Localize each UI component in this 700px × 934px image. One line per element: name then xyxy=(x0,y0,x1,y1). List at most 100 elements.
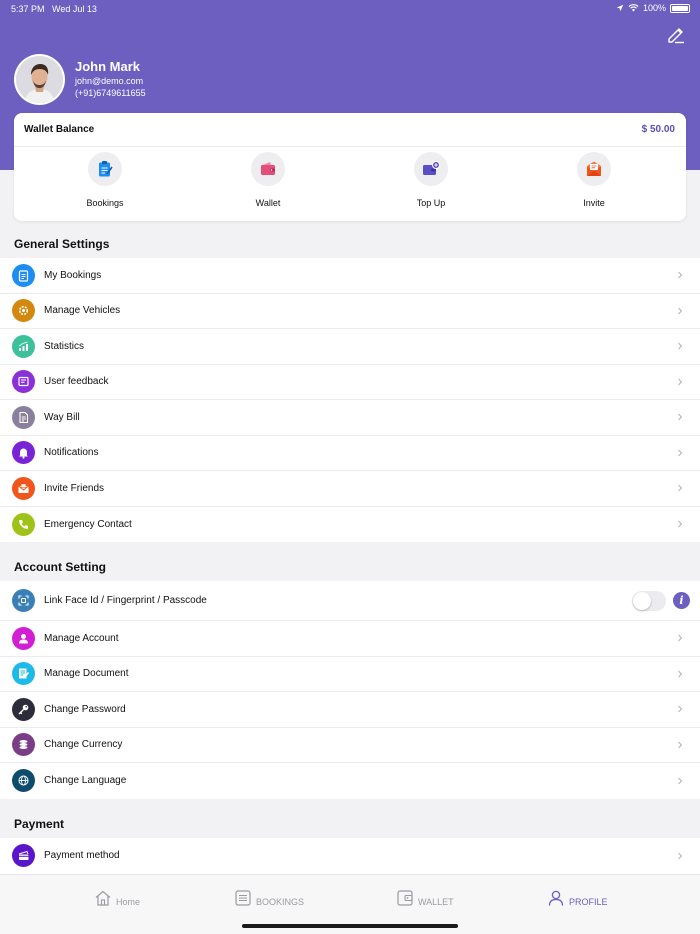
chevron-right-icon xyxy=(678,670,683,678)
coins-icon xyxy=(12,733,35,757)
document-edit-icon xyxy=(12,662,35,686)
change-password-row[interactable]: Change Password xyxy=(0,692,700,728)
envelope-icon xyxy=(12,476,35,500)
tab-bookings[interactable]: BOOKINGS xyxy=(234,889,304,907)
row-label: Manage Account xyxy=(44,632,119,644)
gear-icon xyxy=(12,299,35,323)
chart-icon xyxy=(12,334,35,358)
wallet-balance-amount: $ 50.00 xyxy=(641,124,675,135)
notifications-row[interactable]: Notifications xyxy=(0,436,700,471)
way-bill-row[interactable]: Way Bill xyxy=(0,400,700,436)
payment-list: Payment method xyxy=(0,838,700,874)
chevron-right-icon xyxy=(678,342,683,350)
toggle-knob xyxy=(633,591,651,610)
user-email: john@demo.com xyxy=(75,76,144,86)
home-icon xyxy=(95,890,111,906)
chevron-right-icon xyxy=(678,484,683,492)
quick-action-bookings[interactable]: Bookings xyxy=(60,152,150,208)
payment-title: Payment xyxy=(14,817,65,831)
row-label: Notifications xyxy=(44,447,99,459)
location-icon xyxy=(616,4,624,12)
chevron-right-icon xyxy=(678,271,683,279)
quick-action-label: Wallet xyxy=(255,198,281,208)
chevron-right-icon xyxy=(678,852,683,860)
invite-friends-row[interactable]: Invite Friends xyxy=(0,471,700,507)
payment-method-row[interactable]: Payment method xyxy=(0,838,700,874)
row-label: User feedback xyxy=(44,376,109,388)
battery-percent: 100% xyxy=(642,3,666,13)
chevron-right-icon xyxy=(678,741,683,749)
wallet-tab-icon xyxy=(397,890,413,906)
profile-tab-icon xyxy=(548,890,564,906)
quick-action-label: Top Up xyxy=(416,198,446,208)
row-label: Change Language xyxy=(44,775,127,787)
change-language-row[interactable]: Change Language xyxy=(0,763,700,799)
document-icon xyxy=(12,405,35,429)
row-label: Change Currency xyxy=(44,739,123,751)
statistics-row[interactable]: Statistics xyxy=(0,329,700,365)
row-label: Emergency Contact xyxy=(44,518,132,530)
chevron-right-icon xyxy=(678,777,683,785)
tab-label: Home xyxy=(116,897,141,907)
bell-icon xyxy=(12,441,35,465)
tab-label: PROFILE xyxy=(569,897,608,907)
chevron-right-icon xyxy=(678,449,683,457)
my-bookings-row[interactable]: My Bookings xyxy=(0,258,700,294)
chevron-right-icon xyxy=(678,413,683,421)
row-label: Link Face Id / Fingerprint / Passcode xyxy=(44,595,207,606)
avatar[interactable] xyxy=(14,54,65,105)
biometric-toggle[interactable] xyxy=(632,590,666,611)
row-label: Way Bill xyxy=(44,411,80,423)
wallet-balance-label: Wallet Balance xyxy=(24,124,95,135)
bookings-icon xyxy=(88,152,122,186)
tab-profile[interactable]: PROFILE xyxy=(547,889,608,907)
quick-action-top-up[interactable]: Top Up xyxy=(386,152,476,208)
phone-icon xyxy=(12,512,35,536)
wifi-icon xyxy=(628,4,639,12)
user-icon xyxy=(12,626,35,650)
chevron-right-icon xyxy=(678,378,683,386)
feedback-icon xyxy=(12,370,35,394)
row-label: Payment method xyxy=(44,850,120,862)
chevron-right-icon xyxy=(678,307,683,315)
general-settings-list: My Bookings Manage Vehicles Statistics U… xyxy=(0,258,700,542)
row-label: Manage Vehicles xyxy=(44,305,121,317)
change-currency-row[interactable]: Change Currency xyxy=(0,728,700,763)
battery-icon xyxy=(670,3,690,13)
top-up-icon xyxy=(414,152,448,186)
row-label: Invite Friends xyxy=(44,482,105,494)
wallet-icon xyxy=(251,152,285,186)
user-phone: (+91)6749611655 xyxy=(75,88,146,98)
row-label: Change Password xyxy=(44,703,126,715)
home-indicator[interactable] xyxy=(242,924,458,928)
emergency-contact-row[interactable]: Emergency Contact xyxy=(0,507,700,543)
chevron-right-icon xyxy=(678,634,683,642)
manage-account-row[interactable]: Manage Account xyxy=(0,621,700,657)
quick-action-label: Invite xyxy=(583,198,605,208)
quick-action-label: Bookings xyxy=(86,198,124,208)
divider xyxy=(14,146,686,147)
key-icon xyxy=(12,697,35,721)
avatar-image xyxy=(16,56,63,103)
manage-vehicles-row[interactable]: Manage Vehicles xyxy=(0,294,700,329)
globe-icon xyxy=(12,769,35,793)
quick-action-wallet[interactable]: Wallet xyxy=(223,152,313,208)
info-icon[interactable]: i xyxy=(673,592,690,609)
tab-label: BOOKINGS xyxy=(256,897,305,907)
manage-document-row[interactable]: Manage Document xyxy=(0,657,700,692)
row-label: My Bookings xyxy=(44,269,102,281)
row-label: Manage Document xyxy=(44,668,129,680)
link-face-id-row[interactable]: Link Face Id / Fingerprint / Passcode i xyxy=(0,581,700,621)
wallet-card: Wallet Balance $ 50.00 Bookings Wallet T… xyxy=(14,113,686,221)
account-setting-title: Account Setting xyxy=(14,560,106,574)
tab-home[interactable]: Home xyxy=(94,889,140,907)
edit-profile-icon[interactable] xyxy=(666,24,686,44)
user-feedback-row[interactable]: User feedback xyxy=(0,365,700,400)
row-label: Statistics xyxy=(44,340,85,352)
clipboard-icon xyxy=(12,263,35,287)
account-setting-list: Link Face Id / Fingerprint / Passcode i … xyxy=(0,581,700,799)
chevron-right-icon xyxy=(678,520,683,528)
tab-wallet[interactable]: WALLET xyxy=(396,889,454,907)
face-id-icon xyxy=(12,589,35,612)
quick-action-invite[interactable]: Invite xyxy=(549,152,639,208)
